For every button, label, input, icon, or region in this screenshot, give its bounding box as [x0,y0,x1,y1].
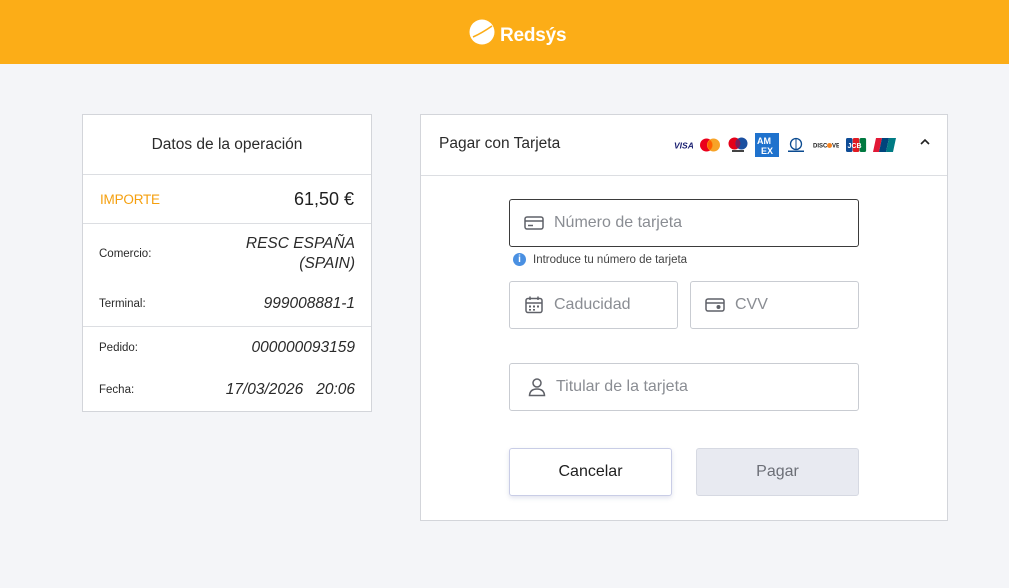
date-row: Fecha: 17/03/2026 20:06 [99,369,355,410]
terminal-value: 999008881-1 [263,295,355,312]
date-value-day: 17/03/2026 [225,380,304,398]
terminal-label: Terminal: [99,298,146,310]
card-payment-title: Pagar con Tarjeta [439,135,561,152]
merchant-row: Comercio: RESC ESPAÑA (SPAIN) [99,224,355,284]
merchant-value: RESC ESPAÑA (SPAIN) [246,234,355,274]
calendar-icon [524,295,544,315]
card-payment-panel: Pagar con Tarjeta VISA AMEX DISC VER JCB [420,114,948,521]
amount-label: IMPORTE [100,191,160,207]
card-number-hint-text: Introduce tu número de tarjeta [533,253,688,266]
card-holder-placeholder: Titular de la tarjeta [556,378,688,395]
visa-icon: VISA [673,139,693,151]
terminal-row: Terminal: 999008881-1 [99,284,355,324]
merchant-label: Comercio: [99,248,152,260]
card-payment-header[interactable]: Pagar con Tarjeta VISA AMEX DISC VER JCB [421,115,947,176]
card-cvv-icon [705,297,725,313]
amount-row: IMPORTE 61,50 € [83,175,371,224]
svg-text:VISA: VISA [674,141,693,151]
cvv-field[interactable]: CVV [690,281,859,329]
merchant-section: Comercio: RESC ESPAÑA (SPAIN) Terminal: … [83,224,371,327]
pay-button[interactable]: Pagar [696,448,859,496]
card-number-placeholder: Número de tarjeta [554,214,683,231]
expiry-field[interactable]: Caducidad [509,281,678,329]
operation-title: Datos de la operación [83,115,371,175]
info-icon: i [513,253,526,266]
redsys-logo-icon [469,19,495,45]
date-value: 17/03/2026 20:06 [226,381,355,399]
unionpay-icon [873,137,897,153]
date-value-time: 20:06 [316,380,355,398]
svg-text:JCB: JCB [848,143,862,150]
maestro-icon [727,137,749,153]
svg-text:AM: AM [757,136,771,146]
date-label: Fecha: [99,383,135,396]
card-brands: VISA AMEX DISC VER JCB [673,133,903,157]
merchant-value-line1: RESC ESPAÑA [245,235,355,252]
card-number-field[interactable]: Número de tarjeta [509,199,859,247]
redsys-logo-text: Redsýs [500,25,567,46]
card-holder-field[interactable]: Titular de la tarjeta [509,363,859,411]
svg-text:EX: EX [761,146,773,156]
svg-text:DISC: DISC [813,144,828,150]
user-icon [528,377,546,397]
amex-icon: AM EX [755,133,779,157]
order-row: Pedido: 000000093159 [99,327,355,369]
mastercard-icon [699,138,721,152]
amount-value: 61,50 € [293,188,354,209]
cancel-button[interactable]: Cancelar [509,448,672,496]
order-label: Pedido: [99,342,139,354]
discover-icon: DISC VER [813,140,839,150]
card-number-hint: i Introduce tu número de tarjeta [513,253,687,266]
credit-card-icon [524,215,544,231]
chevron-up-icon[interactable] [918,135,932,149]
svg-text:VER: VER [832,144,839,150]
expiry-placeholder: Caducidad [554,296,631,313]
jcb-icon: JCB [845,137,867,153]
operation-panel: Datos de la operación IMPORTE 61,50 € Co… [82,114,372,412]
merchant-value-line2: (SPAIN) [299,255,355,272]
order-section: Pedido: 000000093159 Fecha: 17/03/2026 2… [83,327,371,410]
diners-club-icon [785,137,807,153]
order-value: 000000093159 [251,339,355,356]
redsys-logo: Redsýs [469,17,567,47]
top-header: Redsýs [0,0,1009,64]
cvv-placeholder: CVV [735,296,768,313]
